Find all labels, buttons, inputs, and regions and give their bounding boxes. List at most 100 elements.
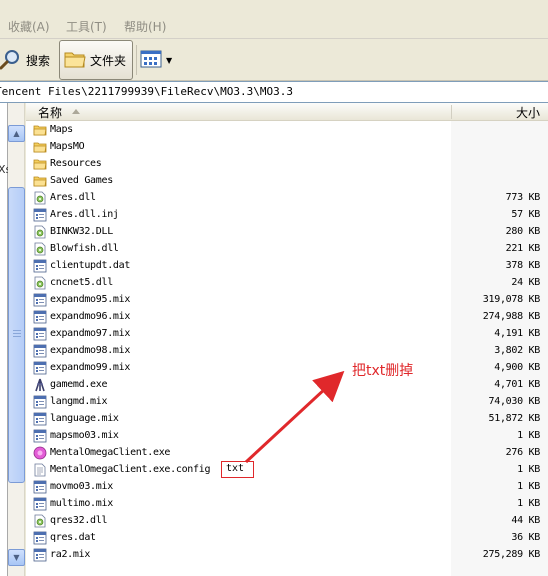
- file-name: BINKW32.DLL: [50, 226, 113, 237]
- search-button[interactable]: 搜索: [0, 43, 56, 77]
- sort-ascending-icon: [72, 109, 80, 114]
- file-name: qres32.dll: [50, 515, 108, 526]
- file-name: Ares.dll.inj: [50, 209, 119, 220]
- file-icon: [33, 293, 47, 307]
- file-name: Saved Games: [50, 175, 113, 186]
- file-list: Maps MapsMO Resources Saved Games Ares.dll 77…: [26, 121, 548, 576]
- file-name: mapsmo03.mix: [50, 430, 119, 441]
- scroll-down-button[interactable]: ▼: [8, 549, 25, 566]
- file-row[interactable]: ra2.mix 275,289 KB: [26, 547, 548, 564]
- file-row[interactable]: expandmo97.mix 4,191 KB: [26, 326, 548, 343]
- file-row[interactable]: clientupdt.dat 378 KB: [26, 258, 548, 275]
- file-row[interactable]: MentalOmegaClient.exe 276 KB: [26, 445, 548, 462]
- file-row[interactable]: Ares.dll.inj 57 KB: [26, 207, 548, 224]
- file-size: 36 KB: [511, 532, 540, 543]
- file-name: cncnet5.dll: [50, 277, 113, 288]
- menu-tools[interactable]: 工具(T): [66, 18, 107, 35]
- file-row[interactable]: Blowfish.dll 221 KB: [26, 241, 548, 258]
- file-name: expandmo97.mix: [50, 328, 131, 339]
- file-name: language.mix: [50, 413, 119, 424]
- file-row[interactable]: expandmo99.mix 4,900 KB: [26, 360, 548, 377]
- file-row[interactable]: movmo03.mix 1 KB: [26, 479, 548, 496]
- file-row[interactable]: Resources: [26, 156, 548, 173]
- column-size-header[interactable]: 大小: [516, 104, 540, 121]
- views-button[interactable]: ▼: [140, 46, 176, 74]
- views-icon: [140, 49, 164, 72]
- file-name: ra2.mix: [50, 549, 91, 560]
- left-pane: Xs: [0, 103, 11, 576]
- folder-icon: [33, 140, 47, 154]
- file-size: 4,701 KB: [494, 379, 540, 390]
- file-name: Maps: [50, 124, 73, 135]
- address-bar: Tencent Files\2211799939\FileRecv\MO3.3\…: [0, 81, 548, 103]
- file-icon: [33, 395, 47, 409]
- file-size: 51,872 KB: [488, 413, 541, 424]
- folders-button[interactable]: 文件夹: [59, 40, 133, 80]
- file-size: 1 KB: [517, 498, 540, 509]
- file-row[interactable]: Saved Games: [26, 173, 548, 190]
- dll-icon: [33, 225, 47, 239]
- scrollbar-thumb[interactable]: [8, 187, 25, 483]
- file-row[interactable]: gamemd.exe 4,701 KB: [26, 377, 548, 394]
- file-icon: [33, 344, 47, 358]
- file-name: gamemd.exe: [50, 379, 108, 390]
- annotation-note: 把txt删掉: [352, 363, 414, 379]
- file-size: 378 KB: [505, 260, 541, 271]
- file-name: expandmo98.mix: [50, 345, 131, 356]
- file-size: 44 KB: [511, 515, 540, 526]
- file-row[interactable]: expandmo96.mix 274,988 KB: [26, 309, 548, 326]
- dll-icon: [33, 191, 47, 205]
- toolbar-separator: [136, 45, 137, 75]
- address-input[interactable]: Tencent Files\2211799939\FileRecv\MO3.3\…: [0, 82, 543, 102]
- file-row[interactable]: Maps: [26, 122, 548, 139]
- file-icon: [33, 548, 47, 562]
- file-row[interactable]: MentalOmegaClient.exe.config 1 KB: [26, 462, 548, 479]
- exe-icon: [33, 378, 47, 392]
- file-name: MapsMO: [50, 141, 85, 152]
- file-row[interactable]: MapsMO: [26, 139, 548, 156]
- file-row[interactable]: Ares.dll 773 KB: [26, 190, 548, 207]
- column-header: 名称 大小: [26, 103, 548, 121]
- file-size: 275,289 KB: [482, 549, 541, 560]
- annotation-box-text: txt: [226, 463, 245, 474]
- app-icon: [33, 446, 47, 460]
- file-row[interactable]: multimo.mix 1 KB: [26, 496, 548, 513]
- file-row[interactable]: qres32.dll 44 KB: [26, 513, 548, 530]
- file-row[interactable]: expandmo95.mix 319,078 KB: [26, 292, 548, 309]
- file-size: 57 KB: [511, 209, 540, 220]
- file-size: 773 KB: [505, 192, 541, 203]
- file-row[interactable]: langmd.mix 74,030 KB: [26, 394, 548, 411]
- file-size: 319,078 KB: [482, 294, 541, 305]
- file-name: MentalOmegaClient.exe: [50, 447, 171, 458]
- file-row[interactable]: qres.dat 36 KB: [26, 530, 548, 547]
- file-row[interactable]: language.mix 51,872 KB: [26, 411, 548, 428]
- menu-help[interactable]: 帮助(H): [124, 18, 166, 35]
- folder-icon: [64, 49, 86, 72]
- column-divider[interactable]: [451, 105, 452, 119]
- toolbar: 搜索 文件夹 ▼: [0, 39, 548, 81]
- menu-favorites[interactable]: 收藏(A): [8, 18, 50, 35]
- file-row[interactable]: mapsmo03.mix 1 KB: [26, 428, 548, 445]
- file-icon: [33, 412, 47, 426]
- file-row[interactable]: BINKW32.DLL 280 KB: [26, 224, 548, 241]
- chevron-down-icon[interactable]: ▼: [166, 56, 172, 65]
- folder-icon: [33, 174, 47, 188]
- annotation-box: txt: [221, 461, 254, 478]
- file-icon: [33, 208, 47, 222]
- file-icon: [33, 259, 47, 273]
- file-name: qres.dat: [50, 532, 96, 543]
- file-row[interactable]: expandmo98.mix 3,802 KB: [26, 343, 548, 360]
- file-name: langmd.mix: [50, 396, 108, 407]
- file-name: Resources: [50, 158, 102, 169]
- column-name-header[interactable]: 名称: [38, 104, 62, 121]
- folders-label: 文件夹: [90, 53, 127, 68]
- chevron-down-icon: ▼: [13, 553, 20, 562]
- file-icon: [33, 327, 47, 341]
- file-row[interactable]: cncnet5.dll 24 KB: [26, 275, 548, 292]
- file-size: 274,988 KB: [482, 311, 541, 322]
- scroll-up-button[interactable]: ▲: [8, 125, 25, 142]
- dll-icon: [33, 242, 47, 256]
- file-name: clientupdt.dat: [50, 260, 131, 271]
- vertical-scrollbar[interactable]: ▲ ▼: [8, 103, 25, 576]
- file-icon: [33, 531, 47, 545]
